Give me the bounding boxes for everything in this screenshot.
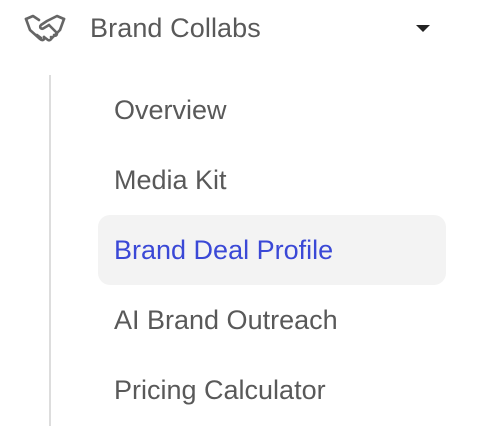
submenu-item-label: Media Kit — [114, 164, 227, 195]
group-title: Brand Collabs — [90, 12, 261, 43]
submenu-item-label: AI Brand Outreach — [114, 304, 338, 335]
submenu-item-label: Brand Deal Profile — [114, 234, 334, 265]
submenu-list: Overview Media Kit Brand Deal Profile AI… — [98, 75, 446, 425]
brand-collabs-toggle[interactable]: Brand Collabs — [22, 6, 442, 50]
brand-collabs-nav-group: Brand Collabs Overview Media Kit Brand D… — [0, 0, 478, 426]
submenu-item-pricing-calculator[interactable]: Pricing Calculator — [98, 355, 446, 425]
submenu-item-label: Overview — [114, 94, 227, 125]
submenu-rail — [49, 75, 51, 426]
submenu-item-brand-deal-profile[interactable]: Brand Deal Profile — [98, 215, 446, 285]
handshake-icon — [22, 12, 68, 44]
submenu-item-ai-brand-outreach[interactable]: AI Brand Outreach — [98, 285, 446, 355]
submenu-item-overview[interactable]: Overview — [98, 75, 446, 145]
submenu-item-media-kit[interactable]: Media Kit — [98, 145, 446, 215]
submenu-item-label: Pricing Calculator — [114, 374, 326, 405]
chevron-down-icon[interactable] — [414, 20, 432, 36]
